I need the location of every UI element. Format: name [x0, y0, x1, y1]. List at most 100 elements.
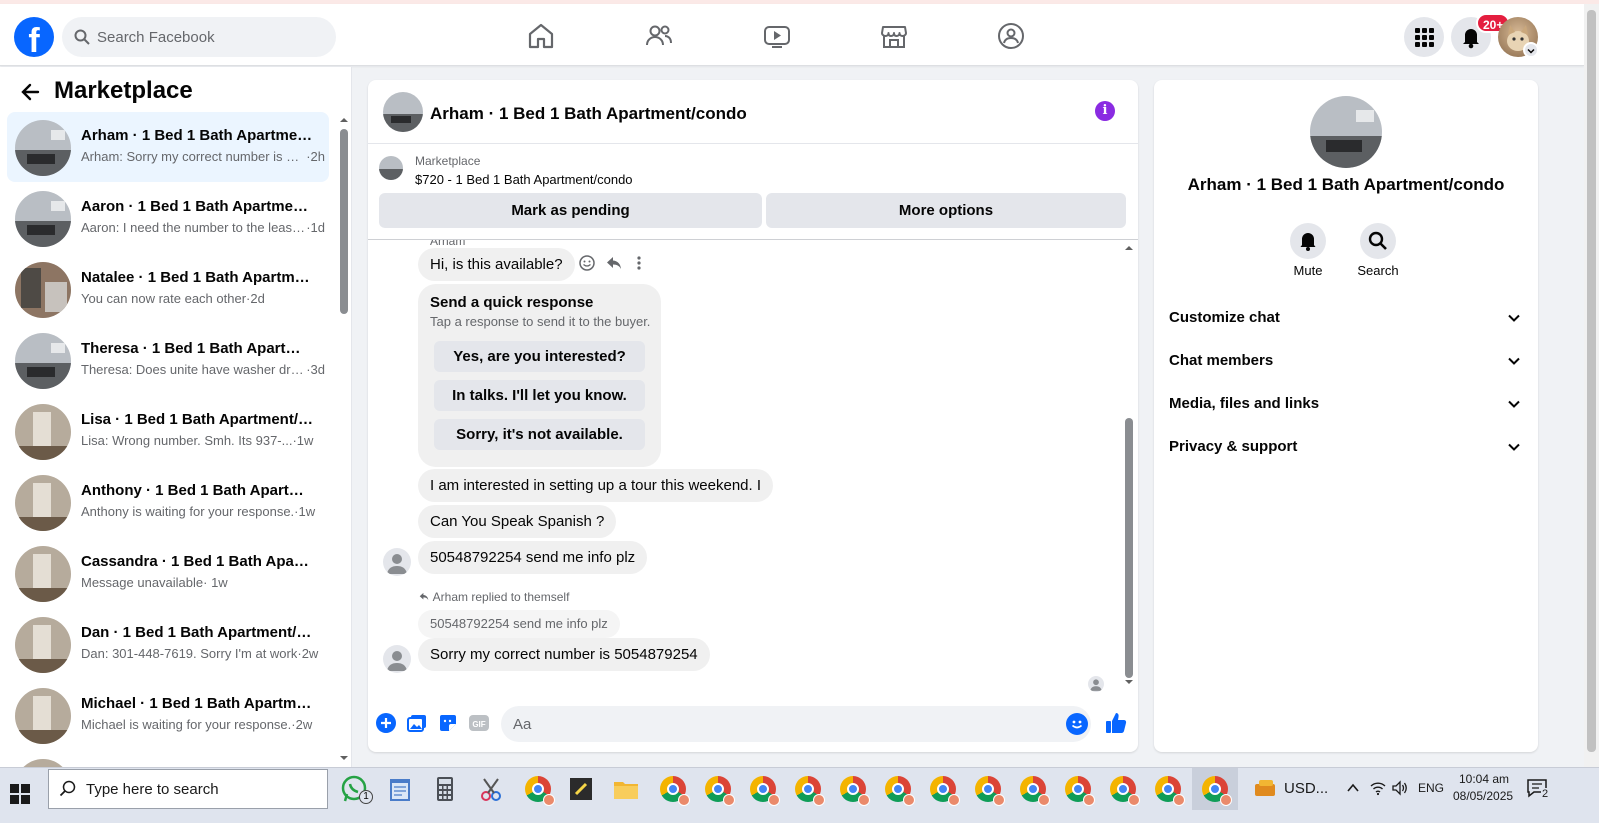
chrome-icon[interactable] — [525, 776, 555, 806]
chrome-icon[interactable] — [660, 776, 690, 806]
language-indicator[interactable]: ENG — [1418, 781, 1444, 795]
chat-members-section[interactable]: Chat members — [1154, 340, 1538, 382]
chat-scrollbar[interactable] — [1125, 418, 1133, 678]
speaker-icon[interactable] — [1391, 780, 1409, 796]
whatsapp-app[interactable]: 1 — [340, 774, 373, 804]
quick-response-option[interactable]: Sorry, it's not available. — [434, 419, 645, 450]
message-thread: Arham Hi, is this available? Send a quic… — [368, 240, 1138, 695]
file-explorer-app[interactable] — [611, 774, 641, 804]
menu-button[interactable] — [1404, 17, 1444, 57]
plus-circle-icon[interactable] — [375, 712, 397, 734]
friends-icon[interactable] — [644, 21, 674, 51]
conversation-item[interactable]: Lisa · 1 Bed 1 Bath Apartment/condo Lisa… — [7, 396, 329, 466]
conversation-item[interactable]: Aaron · 1 Bed 1 Bath Apartment/condo Aar… — [7, 183, 329, 253]
scroll-down-arrow-icon[interactable] — [1124, 678, 1134, 686]
currency-widget-label[interactable]: USD... — [1284, 780, 1328, 797]
chrome-icon[interactable] — [1020, 776, 1050, 806]
chevron-up-icon[interactable] — [1346, 782, 1360, 794]
taskbar-search[interactable]: Type here to search — [48, 769, 328, 809]
chrome-icon[interactable] — [930, 776, 960, 806]
home-icon[interactable] — [526, 21, 556, 51]
thumbs-up-icon[interactable] — [1104, 711, 1128, 735]
photo-icon[interactable] — [406, 712, 428, 734]
scroll-up-arrow-icon[interactable] — [1124, 244, 1134, 252]
message-bubble[interactable]: Hi, is this available? — [418, 248, 575, 281]
customize-chat-section[interactable]: Customize chat — [1154, 297, 1538, 339]
more-vertical-icon[interactable] — [634, 254, 644, 277]
search-input[interactable] — [97, 17, 327, 57]
marketplace-icon[interactable] — [879, 21, 909, 51]
conversation-info-panel: Arham · 1 Bed 1 Bath Apartment/condo Mut… — [1154, 80, 1538, 752]
conversation-name: Arham · 1 Bed 1 Bath Apartment/condo — [81, 127, 313, 144]
chrome-icon[interactable] — [1155, 776, 1185, 806]
sticker-icon[interactable] — [437, 712, 459, 734]
scroll-down-arrow-icon[interactable] — [338, 753, 350, 763]
conversation-item[interactable]: Michael · 1 Bed 1 Bath Apartment/condo M… — [7, 680, 329, 750]
chrome-icon[interactable] — [1065, 776, 1095, 806]
currency-widget-icon[interactable] — [1253, 778, 1277, 800]
conversation-item[interactable]: Dan · 1 Bed 1 Bath Apartment/condo Dan: … — [7, 609, 329, 679]
message-bubble[interactable]: Sorry my correct number is 5054879254 — [418, 638, 710, 671]
conversation-item[interactable]: Natalee · 1 Bed 1 Bath Apartment/condo Y… — [7, 254, 329, 324]
quoted-message[interactable]: 50548792254 send me info plz — [418, 610, 620, 638]
sticky-notes-app[interactable] — [566, 774, 596, 804]
notepad-app[interactable] — [385, 774, 415, 804]
media-files-links-section[interactable]: Media, files and links — [1154, 383, 1538, 425]
message-bubble[interactable]: 50548792254 send me info plz — [418, 541, 648, 574]
chrome-icon[interactable] — [750, 776, 780, 806]
chrome-icon[interactable] — [885, 776, 915, 806]
chrome-icon-active[interactable] — [1202, 776, 1232, 806]
search-conversation-button[interactable] — [1360, 223, 1396, 259]
snipping-tool-app[interactable] — [476, 774, 506, 804]
account-caret[interactable] — [1523, 42, 1539, 58]
back-arrow-icon[interactable] — [20, 82, 40, 102]
conversation-item-partial[interactable] — [7, 751, 329, 767]
message-bubble[interactable]: I am interested in setting up a tour thi… — [418, 469, 774, 502]
mark-as-pending-button[interactable]: Mark as pending — [379, 193, 762, 228]
sender-avatar[interactable] — [383, 645, 411, 673]
reply-icon[interactable] — [605, 254, 623, 277]
chrome-icon[interactable] — [975, 776, 1005, 806]
calculator-app[interactable] — [430, 774, 460, 804]
chrome-profile-badge — [1083, 794, 1095, 806]
chrome-profile-badge — [543, 794, 555, 806]
conversation-item[interactable]: Theresa · 1 Bed 1 Bath Apartment/condo T… — [7, 325, 329, 395]
chrome-icon[interactable] — [1110, 776, 1140, 806]
chat-avatar[interactable] — [383, 92, 423, 132]
chevron-down-icon — [1508, 314, 1520, 322]
groups-icon[interactable] — [996, 21, 1026, 51]
privacy-support-section[interactable]: Privacy & support — [1154, 426, 1538, 468]
listing-price[interactable]: $720 - 1 Bed 1 Bath Apartment/condo — [415, 172, 633, 187]
sender-avatar[interactable] — [383, 548, 411, 576]
react-icon[interactable] — [578, 254, 596, 277]
chat-title[interactable]: Arham · 1 Bed 1 Bath Apartment/condo — [430, 104, 747, 124]
conversation-item[interactable]: Arham · 1 Bed 1 Bath Apartment/condo Arh… — [7, 112, 329, 182]
chrome-profile-badge — [1038, 794, 1050, 806]
quick-response-option[interactable]: Yes, are you interested? — [434, 341, 645, 372]
gif-icon[interactable]: GIF — [468, 712, 490, 734]
conversation-item[interactable]: Cassandra · 1 Bed 1 Bath Apartment/condo… — [7, 538, 329, 608]
facebook-logo[interactable]: f — [14, 17, 54, 57]
wifi-icon[interactable] — [1369, 780, 1387, 796]
message-input[interactable] — [501, 706, 1091, 742]
clock-time[interactable]: 10:04 am — [1459, 772, 1509, 786]
more-options-button[interactable]: More options — [766, 193, 1126, 228]
mute-button[interactable] — [1290, 223, 1326, 259]
facebook-search[interactable] — [62, 17, 336, 57]
windows-start-icon[interactable] — [10, 784, 30, 804]
chrome-icon[interactable] — [840, 776, 870, 806]
info-icon[interactable]: i — [1095, 101, 1115, 121]
quick-response-option[interactable]: In talks. I'll let you know. — [434, 380, 645, 411]
video-icon[interactable] — [762, 21, 792, 51]
message-bubble[interactable]: Can You Speak Spanish ? — [418, 505, 617, 538]
conversation-item[interactable]: Anthony · 1 Bed 1 Bath Apartment/condo A… — [7, 467, 329, 537]
sidebar-scrollbar[interactable] — [340, 129, 348, 314]
chrome-icon[interactable] — [705, 776, 735, 806]
emoji-icon[interactable] — [1066, 713, 1088, 735]
window-scrollbar[interactable] — [1587, 10, 1596, 752]
conversation-avatar[interactable] — [1310, 96, 1382, 168]
conversation-name: Theresa · 1 Bed 1 Bath Apartment/condo — [81, 340, 313, 357]
scroll-up-arrow-icon[interactable] — [338, 115, 350, 125]
chrome-icon[interactable] — [795, 776, 825, 806]
clock-date[interactable]: 08/05/2025 — [1453, 789, 1513, 803]
